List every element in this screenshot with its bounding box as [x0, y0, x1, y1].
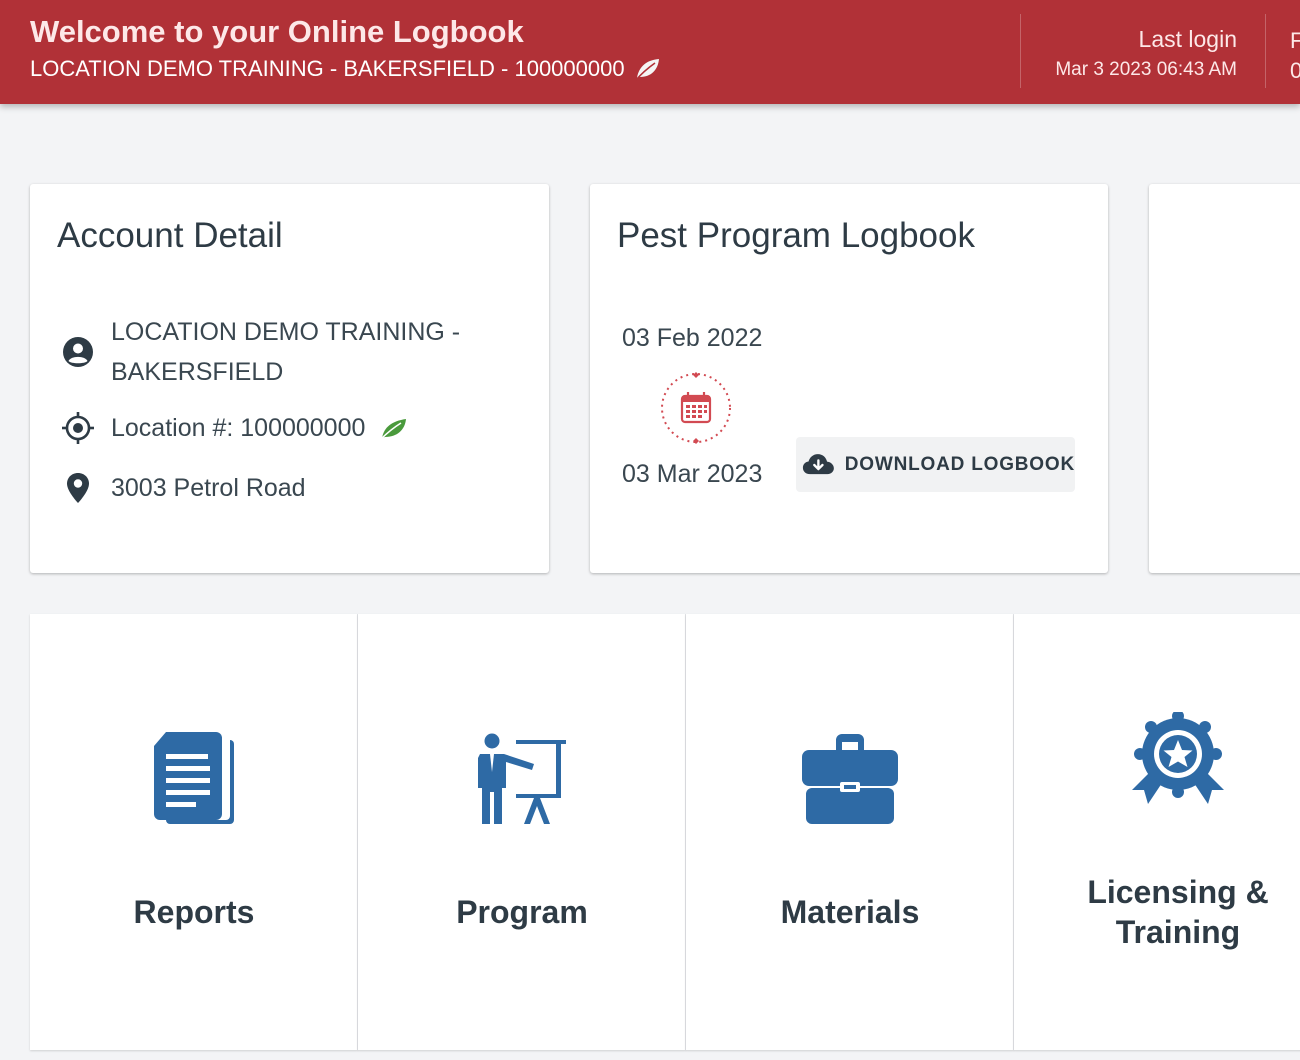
- document-stack-icon: [30, 732, 358, 826]
- map-pin-icon: [60, 470, 96, 506]
- tile-label-line2: Training: [1115, 914, 1241, 950]
- tile-label-line1: Licensing &: [1087, 874, 1269, 910]
- account-name-line1: LOCATION DEMO TRAINING -: [111, 318, 461, 346]
- location-number-row: Location #: 100000000: [60, 408, 408, 448]
- leaf-icon: [634, 59, 659, 81]
- location-subtitle: LOCATION DEMO TRAINING - BAKERSFIELD - 1…: [30, 56, 661, 82]
- header-cut-off-item[interactable]: F 0: [1290, 26, 1300, 86]
- user-circle-icon: [60, 334, 96, 370]
- location-subtitle-text: LOCATION DEMO TRAINING - BAKERSFIELD - 1…: [30, 56, 625, 81]
- header-divider: [1020, 14, 1021, 88]
- tile-label-line1: Program: [456, 894, 588, 930]
- header-cut-text-bottom: 0: [1290, 58, 1300, 83]
- cloud-download-icon: [802, 453, 834, 474]
- address-row: 3003 Petrol Road: [60, 468, 306, 508]
- account-name-line2: BAKERSFIELD: [111, 358, 284, 386]
- tile-label-line1: Reports: [133, 894, 255, 930]
- account-detail-card: Account Detail LOCATION DEMO TRAINING - …: [30, 184, 549, 573]
- location-number-text: Location #: 100000000: [111, 414, 366, 442]
- tile-label: Licensing & Training: [1014, 872, 1300, 952]
- third-card: [1149, 184, 1300, 573]
- account-name-row: LOCATION DEMO TRAINING - BAKERSFIELD: [60, 312, 460, 392]
- tile-licensing-training[interactable]: Licensing & Training: [1014, 614, 1300, 1050]
- crosshair-icon: [60, 410, 96, 446]
- tile-materials[interactable]: Materials: [686, 614, 1014, 1050]
- account-detail-title: Account Detail: [57, 216, 283, 255]
- nav-tiles: Reports Program Materials Licensing & Tr…: [30, 614, 1300, 1050]
- download-logbook-button[interactable]: DOWNLOAD LOGBOOK: [796, 437, 1075, 492]
- date-from[interactable]: 03 Feb 2022: [622, 324, 762, 353]
- download-logbook-label: DOWNLOAD LOGBOOK: [844, 453, 1075, 475]
- last-login-label: Last login: [1138, 26, 1237, 52]
- tile-label: Materials: [686, 892, 1014, 932]
- tile-reports[interactable]: Reports: [30, 614, 358, 1050]
- briefcase-icon: [686, 732, 1014, 826]
- last-login-value: Mar 3 2023 06:43 AM: [1055, 59, 1237, 80]
- green-leaf-icon: [379, 419, 407, 441]
- location-number: Location #: 100000000: [111, 408, 408, 448]
- last-login: Last login Mar 3 2023 06:43 AM: [1055, 26, 1237, 81]
- tile-program[interactable]: Program: [358, 614, 686, 1050]
- page-title: Welcome to your Online Logbook: [30, 14, 524, 49]
- calendar-range-icon: [658, 370, 734, 446]
- date-to[interactable]: 03 Mar 2023: [622, 460, 762, 489]
- pest-program-logbook-card: Pest Program Logbook 03 Feb 2022 03 Mar …: [590, 184, 1108, 573]
- top-header: Welcome to your Online Logbook LOCATION …: [0, 0, 1300, 104]
- header-cut-text-top: F: [1290, 28, 1300, 53]
- presenter-board-icon: [358, 732, 686, 826]
- address-text: 3003 Petrol Road: [111, 474, 306, 502]
- award-badge-icon: [1014, 712, 1300, 808]
- header-divider: [1265, 14, 1266, 88]
- tile-label: Program: [358, 892, 686, 932]
- tile-label-line1: Materials: [780, 894, 920, 930]
- tile-label: Reports: [30, 892, 358, 932]
- logbook-title: Pest Program Logbook: [617, 216, 975, 255]
- account-name: LOCATION DEMO TRAINING - BAKERSFIELD: [111, 312, 460, 392]
